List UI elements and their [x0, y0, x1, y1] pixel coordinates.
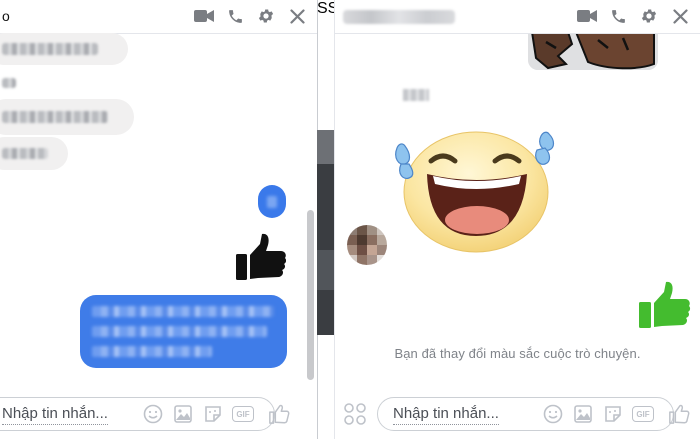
outgoing-message	[258, 185, 286, 218]
video-call-icon[interactable]	[577, 6, 597, 26]
sender-label	[2, 78, 16, 88]
chat-header	[335, 0, 700, 34]
like-icon[interactable]	[668, 403, 690, 425]
message-input-placeholder[interactable]: Nhập tin nhắn...	[2, 405, 108, 425]
photo-icon[interactable]	[572, 403, 594, 425]
sticker-icon[interactable]	[602, 403, 624, 425]
chat-title[interactable]	[343, 10, 455, 24]
emoji-icon[interactable]	[142, 403, 164, 425]
gear-icon[interactable]	[256, 6, 276, 26]
incoming-message	[0, 137, 68, 170]
system-message: Bạn đã thay đổi màu sắc cuộc trò chuyện.	[394, 346, 641, 361]
close-icon[interactable]	[287, 6, 307, 26]
messenger-screen: o Nhập tin nhắn... GIF SS Bạn đã thay đổ…	[0, 0, 700, 439]
like-sticker	[639, 281, 691, 328]
gif-icon[interactable]: GIF	[232, 403, 254, 425]
video-call-icon[interactable]	[194, 6, 214, 26]
laughing-emoji-sticker	[395, 131, 555, 253]
outgoing-message	[80, 295, 287, 368]
phone-icon[interactable]	[225, 6, 245, 26]
apps-icon[interactable]	[343, 402, 367, 426]
message-input-placeholder[interactable]: Nhập tin nhắn...	[393, 405, 499, 425]
background-image	[317, 130, 334, 335]
chat-title[interactable]: o	[2, 8, 10, 24]
composer: Nhập tin nhắn... GIF	[335, 391, 700, 439]
incoming-message	[0, 33, 128, 65]
emoji-icon[interactable]	[542, 403, 564, 425]
incoming-message	[0, 99, 134, 135]
chat-window-left: o Nhập tin nhắn... GIF	[0, 0, 317, 439]
gif-icon[interactable]: GIF	[632, 403, 654, 425]
scrollbar-thumb[interactable]	[307, 210, 314, 380]
like-sticker	[236, 233, 286, 280]
gif-label: GIF	[232, 406, 254, 422]
sender-label	[403, 89, 429, 101]
photo-icon[interactable]	[172, 403, 194, 425]
chat-header: o	[0, 0, 317, 34]
gear-icon[interactable]	[639, 6, 659, 26]
scrollbar[interactable]	[305, 40, 315, 385]
sticker-message	[528, 34, 658, 70]
composer: Nhập tin nhắn... GIF	[0, 391, 317, 439]
window-gap	[317, 0, 334, 439]
close-icon[interactable]	[670, 6, 690, 26]
sticker-icon[interactable]	[202, 403, 224, 425]
gif-label: GIF	[632, 406, 654, 422]
like-icon[interactable]	[268, 403, 290, 425]
phone-icon[interactable]	[608, 6, 628, 26]
chat-window-right: Bạn đã thay đổi màu sắc cuộc trò chuyện.…	[334, 0, 700, 439]
avatar[interactable]	[347, 225, 387, 265]
